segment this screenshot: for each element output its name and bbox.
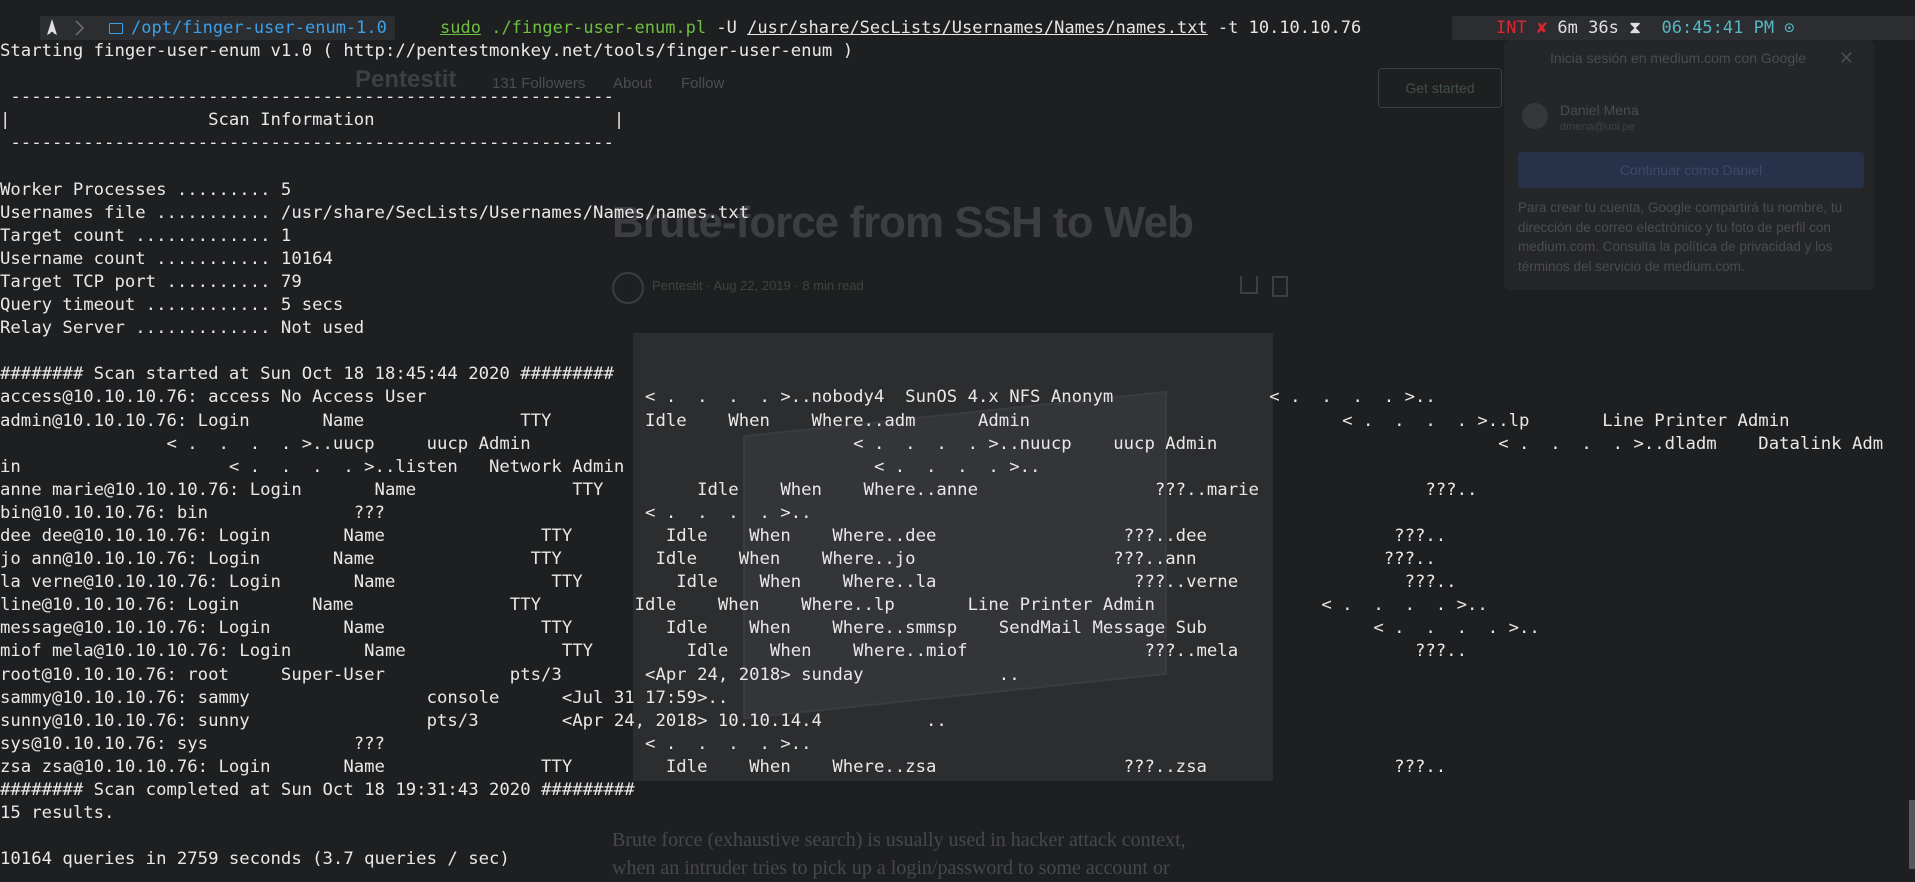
terminal-line: anne marie@10.10.10.76: Login Name TTY I… <box>0 479 1478 500</box>
prompt-clock: 06:45:41 PM ⊙ <box>1641 18 1795 38</box>
command-userlist-path: /usr/share/SecLists/Usernames/Names/name… <box>747 18 1208 38</box>
terminal-line: Relay Server ............. Not used <box>0 318 365 339</box>
shell-prompt: /opt/finger-user-enum-1.0 sudo ./finger-… <box>0 16 1915 40</box>
terminal-line: Worker Processes ......... 5 <box>0 179 292 200</box>
terminal-line: sunny@10.10.10.76: sunny pts/3 <Apr 24, … <box>0 710 947 731</box>
command-script: ./finger-user-enum.pl <box>491 18 707 38</box>
terminal-line: line@10.10.10.76: Login Name TTY Idle Wh… <box>0 595 1488 616</box>
terminal-line: < . . . . >..uucp uucp Admin < . . . . >… <box>0 433 1884 454</box>
command-duration: 6m 36s ⧗ <box>1547 18 1642 38</box>
current-directory: /opt/finger-user-enum-1.0 <box>131 18 387 38</box>
command-line[interactable]: sudo ./finger-user-enum.pl -U /usr/share… <box>440 16 1361 40</box>
terminal-output: Starting finger-user-enum v1.0 ( http://… <box>0 40 1915 871</box>
exit-status-int: INT ✘ <box>1496 18 1548 38</box>
terminal-line: la verne@10.10.10.76: Login Name TTY Idl… <box>0 572 1457 593</box>
terminal-line: message@10.10.10.76: Login Name TTY Idle… <box>0 618 1540 639</box>
terminal-line: bin@10.10.10.76: bin ??? < . . . . >.. <box>0 502 812 523</box>
terminal-line: jo ann@10.10.10.76: Login Name TTY Idle … <box>0 549 1436 570</box>
terminal-line: sys@10.10.10.76: sys ??? < . . . . >.. <box>0 733 812 754</box>
prompt-os-segment <box>40 16 95 40</box>
terminal-line: ######## Scan completed at Sun Oct 18 19… <box>0 780 635 800</box>
prompt-status-segment: INT ✘ 6m 36s ⧗ 06:45:41 PM ⊙ <box>1452 16 1915 40</box>
terminal-line: Username count ........... 10164 <box>0 248 333 269</box>
terminal-line: in < . . . . >..listen Network Admin < .… <box>0 456 1041 477</box>
command-flag-u: -U <box>706 18 748 38</box>
terminal-line: Target count ............. 1 <box>0 225 292 246</box>
terminal-line: dee dee@10.10.10.76: Login Name TTY Idle… <box>0 525 1447 546</box>
terminal-line: Starting finger-user-enum v1.0 ( http://… <box>0 41 854 61</box>
terminal-line: 10164 queries in 2759 seconds (3.7 queri… <box>0 849 510 870</box>
terminal-line: | Scan Information | <box>0 110 625 131</box>
arch-linux-icon <box>47 19 84 36</box>
terminal-line: Target TCP port .......... 79 <box>0 271 302 292</box>
terminal-line: zsa zsa@10.10.10.76: Login Name TTY Idle… <box>0 756 1447 777</box>
command-sudo: sudo <box>440 18 481 38</box>
terminal-line: ----------------------------------------… <box>0 133 614 154</box>
terminal-line: access@10.10.10.76: access No Access Use… <box>0 387 1436 408</box>
terminal-line: ######## Scan started at Sun Oct 18 18:4… <box>0 364 614 385</box>
prompt-directory-segment: /opt/finger-user-enum-1.0 <box>95 16 395 40</box>
terminal-line: Usernames file ........... /usr/share/Se… <box>0 202 750 223</box>
terminal-line: root@10.10.10.76: root Super-User pts/3 … <box>0 664 1020 685</box>
folder-icon <box>109 22 123 34</box>
terminal-line: ----------------------------------------… <box>0 87 614 108</box>
terminal-line: 15 results. <box>0 803 115 824</box>
terminal-line: sammy@10.10.10.76: sammy console <Jul 31… <box>0 687 729 708</box>
terminal-line: admin@10.10.10.76: Login Name TTY Idle W… <box>0 410 1790 431</box>
terminal-line: miof mela@10.10.10.76: Login Name TTY Id… <box>0 641 1467 662</box>
terminal-line: Query timeout ............ 5 secs <box>0 295 344 316</box>
command-flag-t: -t 10.10.10.76 <box>1207 18 1362 38</box>
